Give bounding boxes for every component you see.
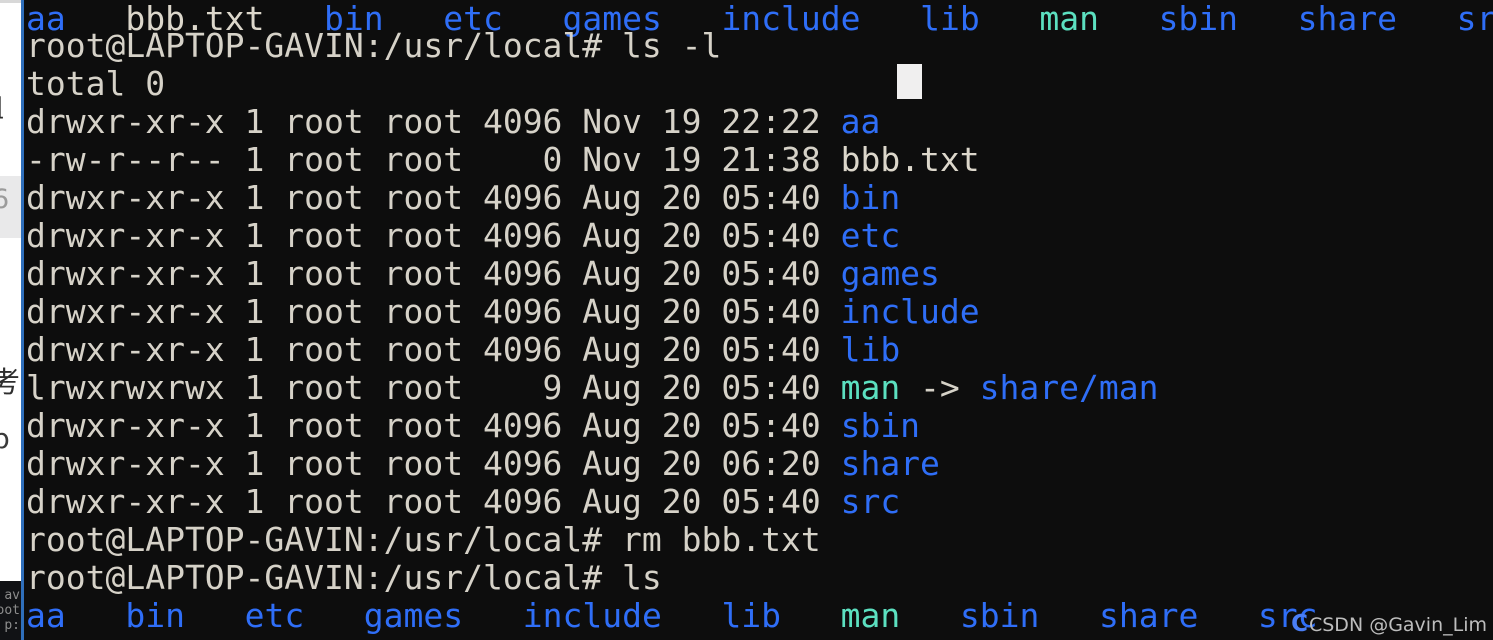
ls-entry-src: src bbox=[1456, 0, 1493, 38]
terminal-prompt-line: root@LAPTOP-GAVIN:/usr/local# ls -l bbox=[26, 26, 722, 65]
ls-long-meta: drwxr-xr-x 1 root root 4096 Aug 20 05:40 bbox=[26, 330, 841, 369]
ls-entry-bin: bin bbox=[840, 178, 901, 217]
ls-entry-etc: etc bbox=[840, 216, 901, 255]
ls-entry-bbb.txt: bbb.txt bbox=[840, 140, 980, 179]
terminal-cursor bbox=[897, 64, 922, 99]
watermark-text: CSDN @Gavin_Lim bbox=[1308, 614, 1487, 636]
terminal-line-row-bbb: -rw-r--r-- 1 root root 0 Nov 19 21:38 bb… bbox=[26, 141, 980, 179]
strip-fragment-cjk-2: 考 bbox=[0, 365, 21, 399]
ls-entry-etc: etc bbox=[244, 596, 305, 635]
ls-entry-bin: bin bbox=[125, 596, 185, 635]
strip-fragment-cjk-1: 组 bbox=[0, 96, 4, 122]
ls-entry-sbin: sbin bbox=[1158, 0, 1239, 38]
terminal-line-total: total 0 bbox=[26, 65, 165, 103]
strip-fragment-letter: p bbox=[0, 422, 10, 455]
terminal-line-prompt-rm: root@LAPTOP-GAVIN:/usr/local# rm bbb.txt bbox=[26, 521, 821, 559]
strip-fragment-line-1: oot bbox=[0, 603, 20, 618]
terminal-prompt-line: root@LAPTOP-GAVIN:/usr/local# bbox=[26, 634, 602, 640]
ls-entry-games: games bbox=[363, 596, 464, 635]
ls-entry-include: include bbox=[522, 596, 662, 635]
ls-long-meta: drwxr-xr-x 1 root root 4096 Aug 20 06:20 bbox=[26, 444, 841, 483]
symlink-target: share/man bbox=[979, 368, 1159, 407]
ls-long-meta: drwxr-xr-x 1 root root 4096 Aug 20 05:40 bbox=[26, 216, 841, 255]
ls-entry-sbin: sbin bbox=[959, 596, 1040, 635]
terminal-line-prompt-partial: root@LAPTOP-GAVIN:/usr/local# bbox=[26, 635, 602, 640]
ls-entry-lib: lib bbox=[721, 596, 782, 635]
terminal-focus-border bbox=[21, 0, 24, 640]
ls-entry-aa: aa bbox=[26, 596, 66, 635]
strip-fragment-number: 6 bbox=[0, 184, 10, 215]
terminal-line-row-aa: drwxr-xr-x 1 root root 4096 Nov 19 22:22… bbox=[26, 103, 880, 141]
terminal-line-row-src: drwxr-xr-x 1 root root 4096 Aug 20 05:40… bbox=[26, 483, 900, 521]
ls-entry-share: share bbox=[1297, 0, 1397, 38]
strip-fragment-line-0: av bbox=[4, 588, 20, 603]
terminal-text: total 0 bbox=[26, 64, 166, 103]
terminal-line-row-share: drwxr-xr-x 1 root root 4096 Aug 20 06:20… bbox=[26, 445, 940, 483]
ls-long-meta: -rw-r--r-- 1 root root 0 Nov 19 21:38 bbox=[26, 140, 841, 179]
ls-long-meta: lrwxrwxrwx 1 root root 9 Aug 20 05:40 bbox=[26, 368, 841, 407]
ls-entry-include: include bbox=[721, 0, 861, 38]
symlink-arrow: -> bbox=[900, 368, 980, 407]
strip-band-white-bottom bbox=[0, 238, 21, 581]
ls-entry-man: man bbox=[840, 596, 901, 635]
terminal-line-row-bin: drwxr-xr-x 1 root root 4096 Aug 20 05:40… bbox=[26, 179, 900, 217]
terminal-line-row-man: lrwxrwxrwx 1 root root 9 Aug 20 05:40 ma… bbox=[26, 369, 1158, 407]
terminal-line-row-etc: drwxr-xr-x 1 root root 4096 Aug 20 05:40… bbox=[26, 217, 900, 255]
strip-band-white-top bbox=[0, 3, 21, 176]
terminal-line-prompt-ls-l: root@LAPTOP-GAVIN:/usr/local# ls -l bbox=[26, 27, 721, 65]
csdn-logo-icon: C bbox=[1291, 611, 1308, 637]
csdn-watermark: C CSDN @Gavin_Lim bbox=[1291, 611, 1487, 637]
strip-fragment-lines: av oot p: bbox=[0, 588, 20, 633]
ls-long-meta: drwxr-xr-x 1 root root 4096 Nov 19 22:22 bbox=[26, 102, 841, 141]
left-page-strip: 组 6 考 p av oot p: bbox=[0, 0, 21, 640]
terminal-line-row-lib: drwxr-xr-x 1 root root 4096 Aug 20 05:40… bbox=[26, 331, 900, 369]
ls-long-meta: drwxr-xr-x 1 root root 4096 Aug 20 05:40 bbox=[26, 406, 841, 445]
terminal-line-row-games: drwxr-xr-x 1 root root 4096 Aug 20 05:40… bbox=[26, 255, 940, 293]
terminal-line-prompt-ls: root@LAPTOP-GAVIN:/usr/local# ls bbox=[26, 559, 662, 597]
ls-entry-sbin: sbin bbox=[840, 406, 921, 445]
ls-entry-man: man bbox=[1039, 0, 1099, 38]
terminal-line-ls-output-bottom: aa bin etc games include lib man sbin sh… bbox=[26, 597, 1318, 635]
ls-long-meta: drwxr-xr-x 1 root root 4096 Aug 20 05:40 bbox=[26, 178, 841, 217]
ls-long-meta: drwxr-xr-x 1 root root 4096 Aug 20 05:40 bbox=[26, 482, 841, 521]
terminal-prompt-line: root@LAPTOP-GAVIN:/usr/local# ls bbox=[26, 558, 662, 597]
ls-entry-share: share bbox=[1098, 596, 1199, 635]
ls-entry-aa: aa bbox=[840, 102, 881, 141]
ls-entry-games: games bbox=[840, 254, 940, 293]
ls-entry-src: src bbox=[840, 482, 901, 521]
ls-entry-share: share bbox=[840, 444, 940, 483]
terminal-prompt-line: root@LAPTOP-GAVIN:/usr/local# rm bbb.txt bbox=[26, 520, 821, 559]
screenshot-root: 组 6 考 p av oot p: aa bbb.txt bin etc gam… bbox=[0, 0, 1493, 640]
terminal-line-row-include: drwxr-xr-x 1 root root 4096 Aug 20 05:40… bbox=[26, 293, 980, 331]
ls-long-meta: drwxr-xr-x 1 root root 4096 Aug 20 05:40 bbox=[26, 254, 841, 293]
ls-entry-include: include bbox=[840, 292, 980, 331]
strip-fragment-line-2: p: bbox=[4, 618, 20, 633]
terminal-pane[interactable]: aa bbb.txt bin etc games include lib man… bbox=[24, 0, 1493, 640]
ls-long-meta: drwxr-xr-x 1 root root 4096 Aug 20 05:40 bbox=[26, 292, 841, 331]
terminal-line-row-sbin: drwxr-xr-x 1 root root 4096 Aug 20 05:40… bbox=[26, 407, 920, 445]
ls-entry-man: man bbox=[840, 368, 901, 407]
ls-entry-lib: lib bbox=[840, 330, 901, 369]
ls-entry-lib: lib bbox=[920, 0, 980, 38]
